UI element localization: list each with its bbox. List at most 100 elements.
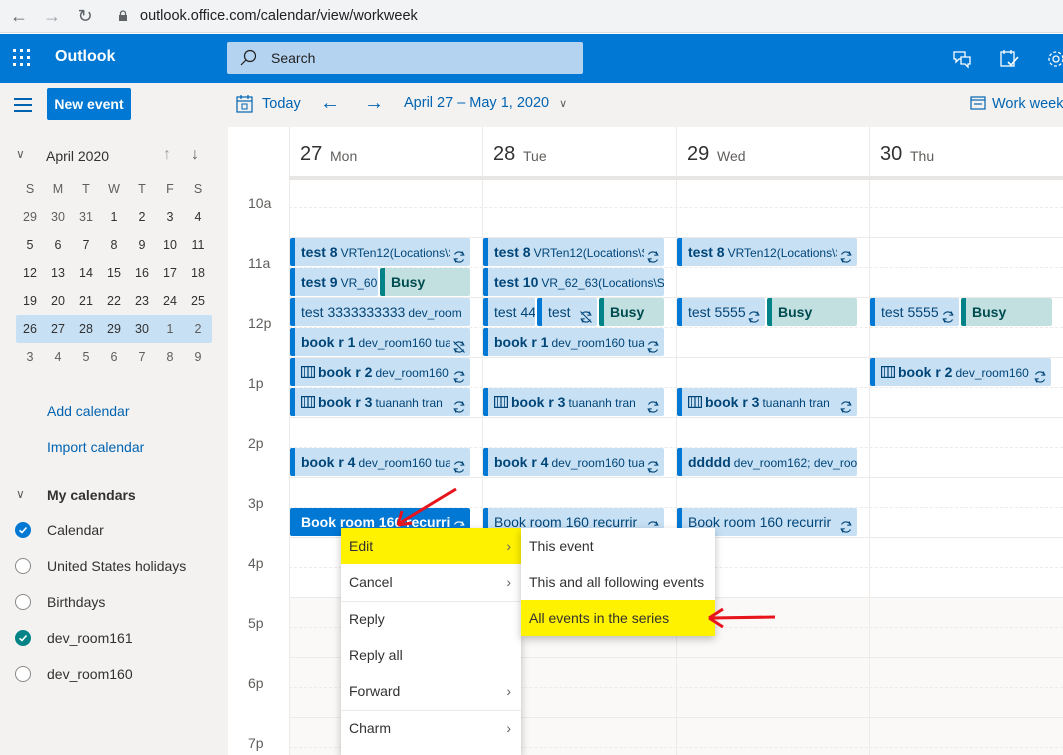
day-header[interactable]: 28 Tue [482, 127, 676, 177]
mini-calendar-day[interactable]: 29 [16, 210, 44, 224]
mini-calendar-day[interactable]: 5 [72, 350, 100, 364]
unchecked-circle-icon[interactable] [15, 666, 31, 682]
calendar-event[interactable]: book r 3 tuananh tran [677, 388, 857, 416]
next-month-arrow-icon[interactable]: ↓ [191, 146, 199, 164]
mini-calendar-day[interactable]: 7 [72, 238, 100, 252]
view-switcher-button[interactable]: Work week [970, 95, 1063, 112]
menu-item-reply[interactable]: Reply [341, 601, 521, 637]
busy-block[interactable]: Busy [767, 298, 857, 326]
mini-calendar-day[interactable]: 22 [100, 294, 128, 308]
mini-calendar-day[interactable]: 8 [100, 238, 128, 252]
mini-calendar-day[interactable]: 1 [156, 322, 184, 336]
mini-calendar-day[interactable]: 30 [44, 210, 72, 224]
calendar-list-item[interactable]: Birthdays [15, 592, 225, 614]
calendar-event[interactable]: book r 2 dev_room160 [870, 358, 1051, 386]
unchecked-circle-icon[interactable] [15, 558, 31, 574]
app-launcher-icon[interactable] [13, 49, 31, 67]
mini-calendar-day[interactable]: 12 [16, 266, 44, 280]
mini-calendar-day[interactable]: 4 [44, 350, 72, 364]
mini-calendar-day[interactable]: 15 [100, 266, 128, 280]
mini-calendar-day[interactable]: 19 [16, 294, 44, 308]
checked-circle-icon[interactable] [15, 630, 31, 646]
mini-calendar-day[interactable]: 9 [128, 238, 156, 252]
new-event-button[interactable]: New event [47, 88, 131, 120]
day-header[interactable]: 29 Wed [676, 127, 869, 177]
next-week-arrow-icon[interactable]: → [364, 92, 384, 115]
mini-calendar-day[interactable]: 27 [44, 322, 72, 336]
mini-calendar-day[interactable]: 10 [156, 238, 184, 252]
mini-calendar-day[interactable]: 11 [184, 238, 212, 252]
mini-calendar-day[interactable]: 26 [16, 322, 44, 336]
add-calendar-link[interactable]: Add calendar [47, 403, 130, 419]
mini-calendar-day[interactable]: 3 [156, 210, 184, 224]
mini-calendar-day[interactable]: 8 [156, 350, 184, 364]
mini-calendar-day[interactable]: 31 [72, 210, 100, 224]
mini-calendar-day[interactable]: 23 [128, 294, 156, 308]
menu-item-forward[interactable]: Forward › [341, 673, 521, 709]
menu-item-edit[interactable]: Edit › [341, 528, 521, 564]
calendar-event[interactable]: book r 4 dev_room160 tua [483, 448, 664, 476]
collapse-chevron-icon[interactable]: ∨ [16, 147, 25, 161]
previous-week-arrow-icon[interactable]: ← [320, 92, 340, 115]
calendar-event[interactable]: test 9 VR_60 [290, 268, 378, 296]
mini-calendar-day[interactable]: 5 [16, 238, 44, 252]
busy-block[interactable]: Busy [599, 298, 664, 326]
mini-calendar-day[interactable]: 4 [184, 210, 212, 224]
mini-calendar-day[interactable]: 6 [44, 238, 72, 252]
mini-calendar-day[interactable]: 28 [72, 322, 100, 336]
mini-calendar-day[interactable]: 16 [128, 266, 156, 280]
calendar-event[interactable]: book r 1 dev_room160 tua [483, 328, 664, 356]
calendar-event[interactable]: test 10 VR_62_63(Locations\S [483, 268, 664, 296]
mini-calendar-day[interactable]: 7 [128, 350, 156, 364]
mini-calendar-day[interactable]: 30 [128, 322, 156, 336]
checked-circle-icon[interactable] [15, 522, 31, 538]
day-header[interactable]: 27 Mon [289, 127, 482, 177]
calendar-event[interactable]: test 5555 [870, 298, 959, 326]
calendar-event[interactable]: book r 4 dev_room160 tua [290, 448, 470, 476]
busy-block[interactable]: Busy [961, 298, 1052, 326]
calendar-event[interactable]: test 3333333333 dev_room [290, 298, 470, 326]
day-header[interactable]: 30 Thu [869, 127, 1063, 177]
forward-arrow-icon[interactable]: → [41, 5, 63, 27]
mini-calendar-month[interactable]: April 2020 [46, 148, 109, 164]
submenu-item-all-events-in-series[interactable]: All events in the series [521, 600, 715, 636]
gear-icon[interactable] [1045, 48, 1063, 70]
app-name[interactable]: Outlook [55, 48, 115, 66]
mini-calendar-day[interactable]: 13 [44, 266, 72, 280]
calendar-list-item[interactable]: dev_room160 [15, 664, 225, 686]
previous-month-arrow-icon[interactable]: ↑ [163, 146, 171, 164]
calendar-event[interactable]: book r 3 tuananh tran [483, 388, 664, 416]
mini-calendar-day[interactable]: 1 [100, 210, 128, 224]
calendar-event[interactable]: test 44 [483, 298, 535, 326]
mini-calendar-day[interactable]: 20 [44, 294, 72, 308]
calendar-event[interactable]: book r 3 tuananh tran [290, 388, 470, 416]
mini-calendar-day[interactable]: 2 [184, 322, 212, 336]
menu-item-cancel[interactable]: Cancel › [341, 564, 521, 600]
calendar-event[interactable]: test 5555 [677, 298, 765, 326]
calendar-event[interactable]: test 8 VRTen12(Locations\S [290, 238, 470, 266]
my-calendars-heading[interactable]: My calendars [47, 487, 136, 503]
unchecked-circle-icon[interactable] [15, 594, 31, 610]
submenu-item-this-and-following[interactable]: This and all following events [521, 564, 715, 600]
calendar-list-item[interactable]: dev_room161 [15, 628, 225, 650]
mini-calendar-day[interactable]: 18 [184, 266, 212, 280]
mini-calendar-day[interactable]: 14 [72, 266, 100, 280]
mini-calendar-day[interactable]: 3 [16, 350, 44, 364]
address-bar[interactable]: outlook.office.com/calendar/view/workwee… [104, 3, 1063, 29]
chat-icon[interactable] [951, 48, 973, 70]
calendar-event[interactable]: test 8 VRTen12(Locations\S [677, 238, 857, 266]
calendar-event[interactable]: book r 2 dev_room160 [290, 358, 470, 386]
calendar-check-icon[interactable] [998, 48, 1020, 70]
menu-item-reply-all[interactable]: Reply all [341, 637, 521, 673]
menu-item-charm[interactable]: Charm › [341, 710, 521, 746]
calendar-list-item[interactable]: United States holidays [15, 556, 225, 578]
my-calendars-chevron-icon[interactable]: ∨ [16, 487, 25, 501]
calendar-event[interactable]: ddddd dev_room162; dev_roo [677, 448, 857, 476]
mini-calendar-day[interactable]: 25 [184, 294, 212, 308]
mini-calendar-day[interactable]: 9 [184, 350, 212, 364]
back-arrow-icon[interactable]: ← [8, 5, 30, 27]
mini-calendar-day[interactable]: 29 [100, 322, 128, 336]
calendar-event[interactable]: test [537, 298, 597, 326]
calendar-event[interactable]: book r 1 dev_room160 tua [290, 328, 470, 356]
mini-calendar-day[interactable]: 6 [100, 350, 128, 364]
